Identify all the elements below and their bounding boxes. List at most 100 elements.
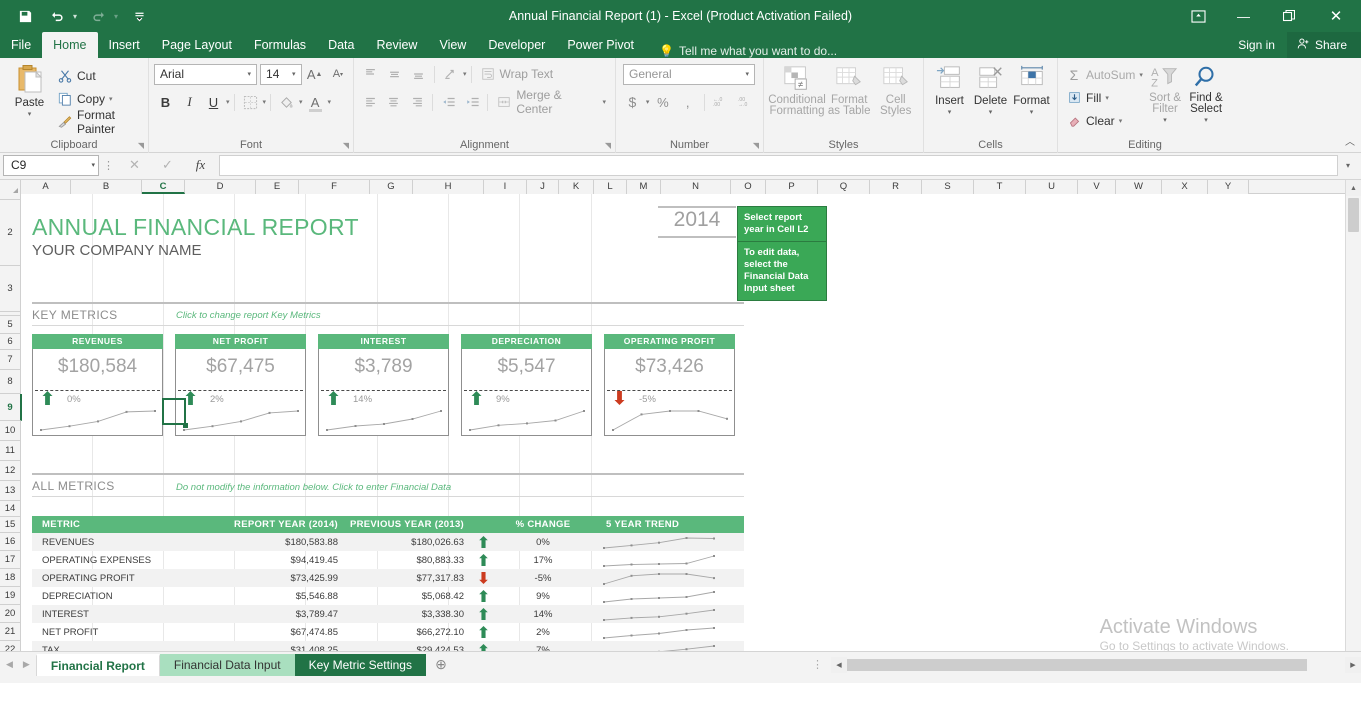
insert-cells-button[interactable]: Insert ▾ — [929, 62, 970, 137]
grow-font-icon[interactable]: A ▲ — [305, 63, 325, 86]
align-top-icon[interactable] — [359, 63, 382, 86]
column-header-m[interactable]: M — [627, 180, 661, 194]
merge-center-button[interactable]: Merge & Center ▾ — [492, 88, 610, 116]
font-dialog-launcher[interactable]: ◥ — [343, 141, 349, 150]
tell-me-box[interactable]: 💡 Tell me what you want to do... — [645, 44, 837, 58]
column-header-t[interactable]: T — [974, 180, 1026, 194]
tab-home[interactable]: Home — [42, 32, 98, 58]
column-header-c[interactable]: C — [142, 180, 185, 194]
fill-button[interactable]: Fill ▾ — [1063, 86, 1145, 109]
column-header-j[interactable]: J — [527, 180, 559, 194]
scroll-up-arrow-icon[interactable]: ▲ — [1346, 180, 1361, 196]
column-header-w[interactable]: W — [1116, 180, 1162, 194]
font-color-icon[interactable]: A — [304, 91, 327, 114]
format-cells-button[interactable]: Format ▾ — [1011, 62, 1052, 137]
column-header-y[interactable]: Y — [1208, 180, 1249, 194]
insert-function-icon[interactable]: fx — [184, 155, 217, 176]
cancel-icon[interactable]: ✕ — [118, 155, 151, 176]
sign-in-link[interactable]: Sign in — [1226, 38, 1287, 52]
horizontal-scroll-thumb[interactable] — [847, 659, 1307, 671]
select-all-corner[interactable] — [0, 180, 21, 194]
borders-dropdown-icon[interactable]: ▾ — [263, 98, 267, 106]
wrap-text-button[interactable]: Wrap Text — [476, 63, 558, 86]
number-format-combobox[interactable]: General ▾ — [623, 63, 755, 85]
name-box[interactable]: C9 ▾ — [3, 154, 99, 176]
all-metrics-hint[interactable]: Do not modify the information below. Cli… — [176, 482, 451, 493]
column-header-b[interactable]: B — [71, 180, 142, 194]
font-size-combobox[interactable]: 14 ▾ — [260, 63, 302, 85]
kpi-card[interactable]: INTEREST $3,789 14% — [318, 334, 449, 436]
align-right-icon[interactable] — [406, 91, 428, 114]
align-middle-icon[interactable] — [383, 63, 406, 86]
sheet-tab-financial-report[interactable]: Financial Report — [35, 653, 160, 676]
table-row[interactable]: DEPRECIATION $5,546.88 $5,068.42 9% — [32, 587, 744, 605]
row-header-22[interactable]: 22 — [0, 641, 20, 651]
vertical-scrollbar[interactable]: ▲ — [1345, 180, 1361, 651]
sort-filter-dropdown-icon[interactable]: ▾ — [1163, 116, 1167, 124]
tab-page-layout[interactable]: Page Layout — [151, 32, 243, 58]
column-header-n[interactable]: N — [661, 180, 731, 194]
row-header-17[interactable]: 17 — [0, 551, 20, 569]
sheet-nav-arrows[interactable]: ◀ ▶ — [0, 659, 36, 670]
bold-button[interactable]: B — [154, 91, 177, 114]
row-header-13[interactable]: 13 — [0, 481, 20, 501]
add-sheet-icon[interactable]: ⊕ — [426, 656, 456, 673]
align-left-icon[interactable] — [359, 91, 381, 114]
column-header-k[interactable]: K — [559, 180, 594, 194]
redo-dropdown-icon[interactable]: ▾ — [110, 12, 122, 21]
column-header-g[interactable]: G — [370, 180, 413, 194]
row-header-16[interactable]: 16 — [0, 533, 20, 551]
scrollbar-split-handle[interactable]: ⋮ — [812, 658, 823, 671]
cell-styles-button[interactable]: Cell Styles — [873, 62, 918, 137]
tab-formulas[interactable]: Formulas — [243, 32, 317, 58]
kpi-card[interactable]: OPERATING PROFIT $73,426 -5% — [604, 334, 735, 436]
comma-format-icon[interactable]: , — [676, 91, 699, 114]
row-header-9[interactable]: 9 — [0, 394, 22, 421]
row-header-10[interactable]: 10 — [0, 421, 20, 441]
row-header-3[interactable]: 3 — [0, 266, 20, 312]
fill-color-icon[interactable] — [275, 91, 298, 114]
fill-dropdown-icon[interactable]: ▾ — [1105, 94, 1109, 102]
customize-quick-access-icon[interactable] — [124, 3, 154, 29]
conditional-formatting-button[interactable]: ≠ Conditional Formatting — [768, 62, 826, 137]
row-header-18[interactable]: 18 — [0, 569, 20, 587]
tab-data[interactable]: Data — [317, 32, 365, 58]
table-row[interactable]: OPERATING PROFIT $73,425.99 $77,317.83 -5% — [32, 569, 744, 587]
minimize-icon[interactable]: — — [1221, 0, 1266, 32]
expand-formula-bar-icon[interactable]: ▾ — [1338, 161, 1358, 170]
undo-dropdown-icon[interactable]: ▾ — [69, 12, 81, 21]
percent-format-icon[interactable]: % — [651, 91, 674, 114]
clipboard-dialog-launcher[interactable]: ◥ — [138, 141, 144, 150]
clear-button[interactable]: Clear ▾ — [1063, 109, 1145, 132]
column-header-r[interactable]: R — [870, 180, 922, 194]
table-row[interactable]: NET PROFIT $67,474.85 $66,272.10 2% — [32, 623, 744, 641]
kpi-card[interactable]: REVENUES $180,584 0% — [32, 334, 163, 436]
tab-review[interactable]: Review — [365, 32, 428, 58]
find-select-button[interactable]: Find & Select ▾ — [1185, 62, 1227, 124]
delete-dropdown-icon[interactable]: ▾ — [989, 108, 993, 116]
scroll-right-arrow-icon[interactable]: ▶ — [1345, 657, 1361, 673]
column-header-d[interactable]: D — [185, 180, 256, 194]
row-header-21[interactable]: 21 — [0, 623, 20, 641]
column-header-a[interactable]: A — [21, 180, 71, 194]
font-color-dropdown-icon[interactable]: ▾ — [328, 98, 332, 106]
row-header-2[interactable]: 2 — [0, 200, 20, 266]
restore-icon[interactable] — [1266, 0, 1311, 32]
column-header-q[interactable]: Q — [818, 180, 870, 194]
clear-dropdown-icon[interactable]: ▾ — [1119, 117, 1123, 125]
align-center-icon[interactable] — [382, 91, 404, 114]
merge-center-dropdown-icon[interactable]: ▾ — [602, 98, 606, 106]
number-dialog-launcher[interactable]: ◥ — [753, 141, 759, 150]
format-dropdown-icon[interactable]: ▾ — [1030, 108, 1034, 116]
paste-dropdown-icon[interactable]: ▾ — [28, 110, 32, 118]
fill-handle[interactable] — [183, 423, 188, 428]
report-year-cell[interactable]: 2014 — [658, 208, 736, 238]
table-row[interactable]: OPERATING EXPENSES $94,419.45 $80,883.33 17… — [32, 551, 744, 569]
table-row[interactable]: REVENUES $180,583.88 $180,026.63 0% — [32, 533, 744, 551]
column-header-p[interactable]: P — [766, 180, 818, 194]
tab-power-pivot[interactable]: Power Pivot — [556, 32, 645, 58]
scroll-left-arrow-icon[interactable]: ◀ — [831, 657, 847, 673]
row-header-12[interactable]: 12 — [0, 461, 20, 481]
autosum-button[interactable]: Σ AutoSum ▾ — [1063, 63, 1145, 86]
decrease-indent-icon[interactable] — [437, 91, 459, 114]
